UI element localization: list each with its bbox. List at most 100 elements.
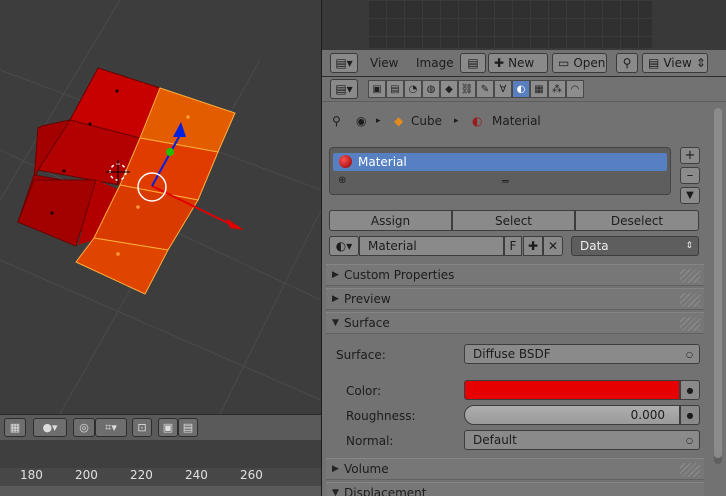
modifiers-tab-icon[interactable]: ✎	[476, 80, 494, 98]
pin-icon[interactable]: ⚲	[332, 114, 341, 128]
updown-icon: ⇕	[695, 56, 706, 70]
render-tab-icon[interactable]: ▣	[368, 80, 386, 98]
frame-label: 240	[185, 468, 208, 482]
panel-title: Volume	[344, 462, 389, 476]
material-browse-button[interactable]: ◐▾	[329, 236, 359, 256]
panel-drag-grip[interactable]	[680, 317, 700, 331]
chevron-right-icon: ▸	[376, 116, 381, 126]
normal-field[interactable]: Default ○	[464, 430, 700, 450]
panel-drag-grip[interactable]	[680, 269, 700, 283]
normal-label: Normal:	[346, 434, 394, 448]
frame-label: 260	[240, 468, 263, 482]
proportional-edit-icon[interactable]: ◎	[73, 418, 95, 437]
editor-type-icon[interactable]: ▤▾	[330, 79, 358, 99]
panel-title: Custom Properties	[344, 268, 455, 282]
panel-volume[interactable]: ▶ Volume	[326, 458, 704, 480]
view-mode-icon: ▤	[648, 56, 660, 70]
constraints-tab-icon[interactable]: ⛓	[458, 80, 476, 98]
expand-icon: ▶	[332, 464, 339, 474]
new-image-button[interactable]: ✚ New	[488, 53, 548, 73]
render-camera-icon[interactable]: ▣	[158, 418, 178, 437]
3d-viewport[interactable]	[0, 0, 321, 414]
collapse-icon: ▼	[332, 318, 339, 328]
list-add-dot-icon[interactable]: ⊕	[338, 175, 346, 186]
roughness-slider[interactable]: 0.000	[464, 405, 680, 425]
object-tab-icon[interactable]: ◆	[440, 80, 458, 98]
link-dropdown-label: Data	[580, 239, 609, 253]
material-tab-icon[interactable]: ◐	[512, 80, 530, 98]
color-swatch[interactable]	[464, 380, 680, 400]
panel-drag-grip[interactable]	[680, 463, 700, 477]
surface-shader-value: Diffuse BSDF	[473, 347, 551, 361]
pin-icon[interactable]: ⚲	[616, 53, 638, 73]
list-resize-grip-icon[interactable]: ═	[502, 175, 509, 188]
assign-button[interactable]: Assign	[329, 210, 452, 231]
image-editor-header: ▤▾ View Image ▤ ✚ New ▭ Open ⚲ ▤ View ⇕	[322, 50, 726, 77]
folder-icon: ▭	[558, 56, 570, 70]
unlink-material-icon[interactable]: ✕	[543, 236, 563, 256]
physics-tab-icon[interactable]: ◠	[566, 80, 584, 98]
material-slot-row[interactable]: Material	[333, 153, 667, 171]
particles-tab-icon[interactable]: ⁂	[548, 80, 566, 98]
scene-icon: ◉	[356, 114, 367, 128]
panel-custom-properties[interactable]: ▶ Custom Properties	[326, 264, 704, 286]
panel-displacement[interactable]: ▼ Displacement	[326, 482, 704, 496]
panel-preview[interactable]: ▶ Preview	[326, 288, 704, 310]
scene-tab-icon[interactable]: ◔	[404, 80, 422, 98]
mesh-data-tab-icon[interactable]: ∀	[494, 80, 512, 98]
roughness-link-dot-icon[interactable]: ●	[680, 405, 700, 425]
add-slot-button[interactable]: +	[680, 147, 700, 164]
roughness-label: Roughness:	[346, 409, 416, 423]
open-label: Open	[573, 56, 606, 70]
new-material-icon[interactable]: ✚	[523, 236, 543, 256]
select-button[interactable]: Select	[452, 210, 575, 231]
deselect-button[interactable]: Deselect	[575, 210, 699, 231]
vertex-select-icon[interactable]: ▦	[4, 418, 26, 437]
plus-icon: ✚	[494, 56, 505, 70]
viewport-header: ▦ ●▾ ◎ ⌗▾ ⊡ ▣ ▤	[0, 414, 321, 441]
surface-shader-field[interactable]: Diffuse BSDF ○	[464, 344, 700, 364]
color-link-dot-icon[interactable]: ●	[680, 380, 700, 400]
viewport-canvas[interactable]	[0, 0, 321, 414]
panel-title: Surface	[344, 316, 390, 330]
editor-type-icon[interactable]: ▤▾	[330, 53, 358, 73]
timeline-frame-numbers: 180 200 220 240 260	[0, 468, 321, 484]
view-mode-label: View	[663, 56, 692, 70]
dot-icon: ○	[686, 349, 693, 359]
slot-specials-button[interactable]: ▼	[680, 187, 700, 204]
render-animation-icon[interactable]: ▤	[178, 418, 198, 437]
material-icon: ◐	[472, 114, 483, 128]
panel-title: Displacement	[344, 486, 427, 496]
snap-dropdown[interactable]: ⌗▾	[95, 418, 127, 437]
panel-drag-grip[interactable]	[680, 293, 700, 307]
open-image-button[interactable]: ▭ Open	[552, 53, 607, 73]
panel-surface[interactable]: ▼ Surface	[326, 312, 704, 334]
pivot-point-dropdown[interactable]: ●▾	[33, 418, 67, 437]
render-layers-tab-icon[interactable]: ▤	[386, 80, 404, 98]
chevron-right-icon: ▸	[454, 116, 459, 126]
world-tab-icon[interactable]: ◍	[422, 80, 440, 98]
timeline-controls[interactable]	[0, 486, 321, 496]
fake-user-button[interactable]: F	[504, 236, 522, 256]
expand-icon: ▶	[332, 270, 339, 280]
snap-target-icon[interactable]: ⊡	[132, 418, 152, 437]
image-browse-icon[interactable]: ▤	[460, 53, 486, 73]
properties-tabs: ▤▾ ▣ ▤ ◔ ◍ ◆ ⛓ ✎ ∀ ◐ ▦ ⁂ ◠	[322, 77, 726, 102]
color-label: Color:	[346, 384, 382, 398]
cube-mesh[interactable]	[17, 67, 236, 295]
properties-scrollbar-thumb[interactable]	[714, 108, 722, 458]
view-mode-dropdown[interactable]: ▤ View ⇕	[642, 53, 708, 73]
menu-image[interactable]: Image	[416, 56, 454, 70]
collapse-icon: ▼	[332, 488, 339, 496]
dot-icon: ○	[686, 435, 693, 445]
material-slot-list[interactable]: Material ⊕ ═	[329, 147, 671, 195]
remove-slot-button[interactable]: –	[680, 167, 700, 184]
texture-tab-icon[interactable]: ▦	[530, 80, 548, 98]
frame-label: 200	[75, 468, 98, 482]
roughness-value: 0.000	[630, 408, 665, 422]
material-name-field[interactable]: Material	[359, 236, 504, 256]
surface-label: Surface:	[336, 348, 386, 362]
timeline-track	[0, 440, 321, 468]
link-dropdown[interactable]: Data ⇕	[571, 236, 699, 256]
menu-view[interactable]: View	[370, 56, 398, 70]
